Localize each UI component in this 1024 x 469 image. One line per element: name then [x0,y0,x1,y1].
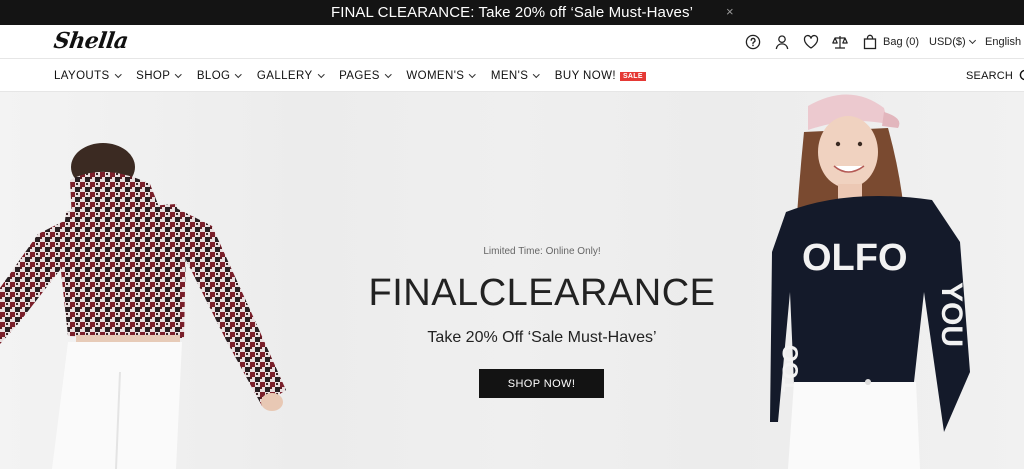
nav-item-label: GALLERY [256,70,313,82]
search-label: SEARCH [966,70,1014,82]
nav-item-label: BLOG [196,70,231,82]
nav-item-label: PAGES [339,70,380,82]
nav-list: LAYOUTS SHOP BLOG GALLERY PAGES WOMEN'S … [54,60,646,92]
nav-item-label: MEN'S [490,70,529,82]
search-icon [1019,69,1024,81]
help-icon[interactable] [745,34,761,50]
bag-icon[interactable] [862,34,878,50]
hero-image-right: OLFO YOU TOO [770,94,970,469]
nav-item-label: SHOP [136,70,171,82]
svg-text:OLFO: OLFO [802,237,908,279]
svg-text:YOU: YOU [935,282,968,347]
hero-kicker: Limited Time: Online Only! [483,246,601,257]
currency-select[interactable]: USD($) [929,36,976,48]
hero-image-left [0,143,286,469]
nav-item-label: BUY NOW! [554,70,616,82]
nav-item-buy-now[interactable]: BUY NOW! SALE [555,70,646,82]
hero-title: FINALCLEARANCE [368,272,716,314]
language-value: English [985,36,1022,48]
chevron-down-icon [235,71,242,78]
shop-now-button[interactable]: SHOP NOW! [479,369,604,398]
language-select[interactable]: English [985,36,1024,48]
hero-banner: OLFO YOU TOO Limited Time: Online Only! … [0,92,1024,469]
close-icon[interactable]: × [726,4,734,19]
user-icon[interactable] [774,34,790,50]
chevron-down-icon [968,36,976,45]
chevron-down-icon [175,71,182,78]
currency-value: USD($) [929,36,966,48]
nav-item-label: WOMEN'S [406,70,465,82]
nav-item-pages[interactable]: PAGES [339,70,392,82]
chevron-down-icon [469,71,476,78]
nav-item-womens[interactable]: WOMEN'S [406,70,476,82]
site-header: Shella Bag (0) USD($) English [0,25,1024,59]
hero-subtitle: Take 20% Off ‘Sale Must-Haves’ [427,329,657,346]
chevron-down-icon [384,71,392,78]
main-nav: LAYOUTS SHOP BLOG GALLERY PAGES WOMEN'S … [0,60,1024,92]
nav-item-blog[interactable]: BLOG [196,70,242,82]
announcement-text: FINAL CLEARANCE: Take 20% off ‘Sale Must… [330,4,694,21]
compare-icon[interactable] [832,34,848,50]
nav-item-shop[interactable]: SHOP [136,70,182,82]
chevron-down-icon [317,71,324,78]
announcement-bar: FINAL CLEARANCE: Take 20% off ‘Sale Must… [0,0,1024,25]
search-button[interactable]: SEARCH [966,60,1024,92]
hero-content: Limited Time: Online Only! FINALCLEARANC… [300,92,784,469]
nav-item-mens[interactable]: MEN'S [490,70,540,82]
nav-item-layouts[interactable]: LAYOUTS [54,70,122,82]
bag-label[interactable]: Bag (0) [883,36,919,48]
heart-icon[interactable] [803,34,819,50]
sale-badge: SALE [619,71,646,81]
nav-item-gallery[interactable]: GALLERY [256,70,324,82]
chevron-down-icon [114,71,122,78]
logo[interactable]: Shella [52,28,130,54]
nav-item-label: LAYOUTS [54,70,110,82]
chevron-down-icon [533,71,540,78]
